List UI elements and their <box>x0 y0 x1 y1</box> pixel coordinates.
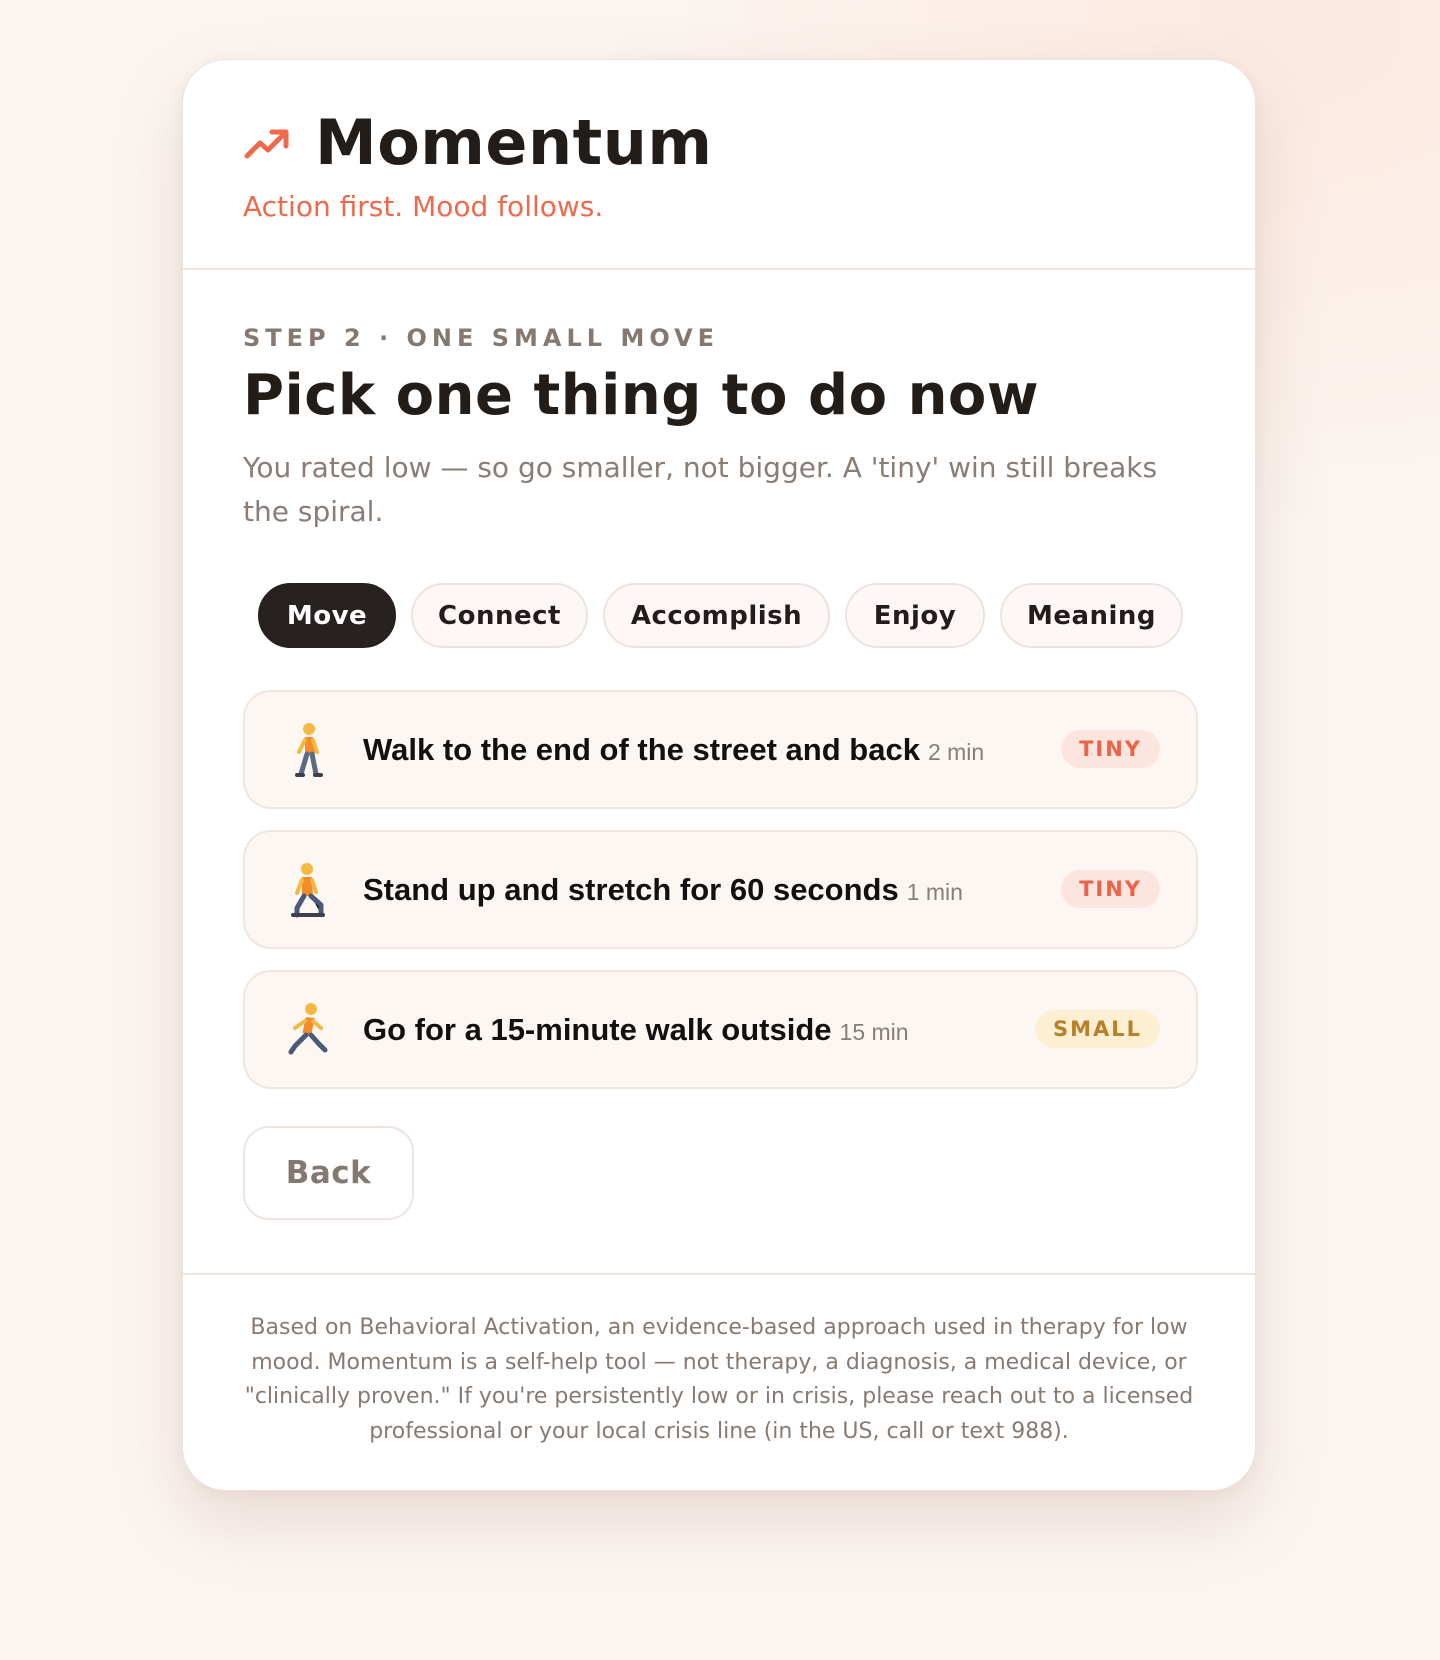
page-title: Pick one thing to do now <box>243 363 1040 428</box>
disclaimer-text: Based on Behavioral Activation, an evide… <box>244 1315 1194 1444</box>
activity-text: Stand up and stretch for 60 seconds 1 mi… <box>363 832 963 947</box>
running-person-icon <box>288 1003 328 1055</box>
app-tagline: Action first. Mood follows. <box>243 190 604 223</box>
app-title: Momentum <box>315 106 713 179</box>
momentum-card: Momentum Action first. Mood follows. STE… <box>182 59 1256 1491</box>
tab-enjoy[interactable]: Enjoy <box>845 583 985 648</box>
walking-person-icon <box>295 723 323 777</box>
activity-duration: 2 min <box>927 739 985 765</box>
tab-connect[interactable]: Connect <box>411 583 588 648</box>
activity-list: Walk to the end of the street and back 2… <box>243 690 1198 1110</box>
category-tabs: Move Connect Accomplish Enjoy Meaning <box>258 583 1183 648</box>
activity-text: Go for a 15-minute walk outside 15 min <box>363 972 909 1087</box>
back-button[interactable]: Back <box>243 1126 414 1220</box>
kneeling-person-icon <box>291 863 325 918</box>
step-subtitle: You rated low — so go smaller, not bigge… <box>243 451 1158 528</box>
activity-duration: 15 min <box>839 1019 909 1045</box>
activity-duration: 1 min <box>906 879 963 905</box>
activity-item-stretch[interactable]: Stand up and stretch for 60 seconds 1 mi… <box>243 830 1198 949</box>
size-badge: TINY <box>1061 730 1160 768</box>
app-header: Momentum Action first. Mood follows. <box>183 60 1255 270</box>
tab-meaning[interactable]: Meaning <box>1000 583 1183 648</box>
activity-title: Go for a 15-minute walk outside <box>363 1011 832 1047</box>
step-label: STEP 2 · ONE SMALL MOVE <box>243 324 720 352</box>
footer: Based on Behavioral Activation, an evide… <box>183 1273 1255 1490</box>
tab-move[interactable]: Move <box>258 583 396 648</box>
trending-up-icon <box>244 129 289 159</box>
size-badge: SMALL <box>1034 1010 1160 1048</box>
size-badge: TINY <box>1061 870 1160 908</box>
tab-accomplish[interactable]: Accomplish <box>603 583 830 648</box>
activity-title: Walk to the end of the street and back <box>363 731 920 767</box>
activity-text: Walk to the end of the street and back 2… <box>363 692 984 807</box>
activity-item-walk-street[interactable]: Walk to the end of the street and back 2… <box>243 690 1198 809</box>
activity-item-walk-outside[interactable]: Go for a 15-minute walk outside 15 min S… <box>243 970 1198 1089</box>
activity-title: Stand up and stretch for 60 seconds <box>363 871 899 907</box>
